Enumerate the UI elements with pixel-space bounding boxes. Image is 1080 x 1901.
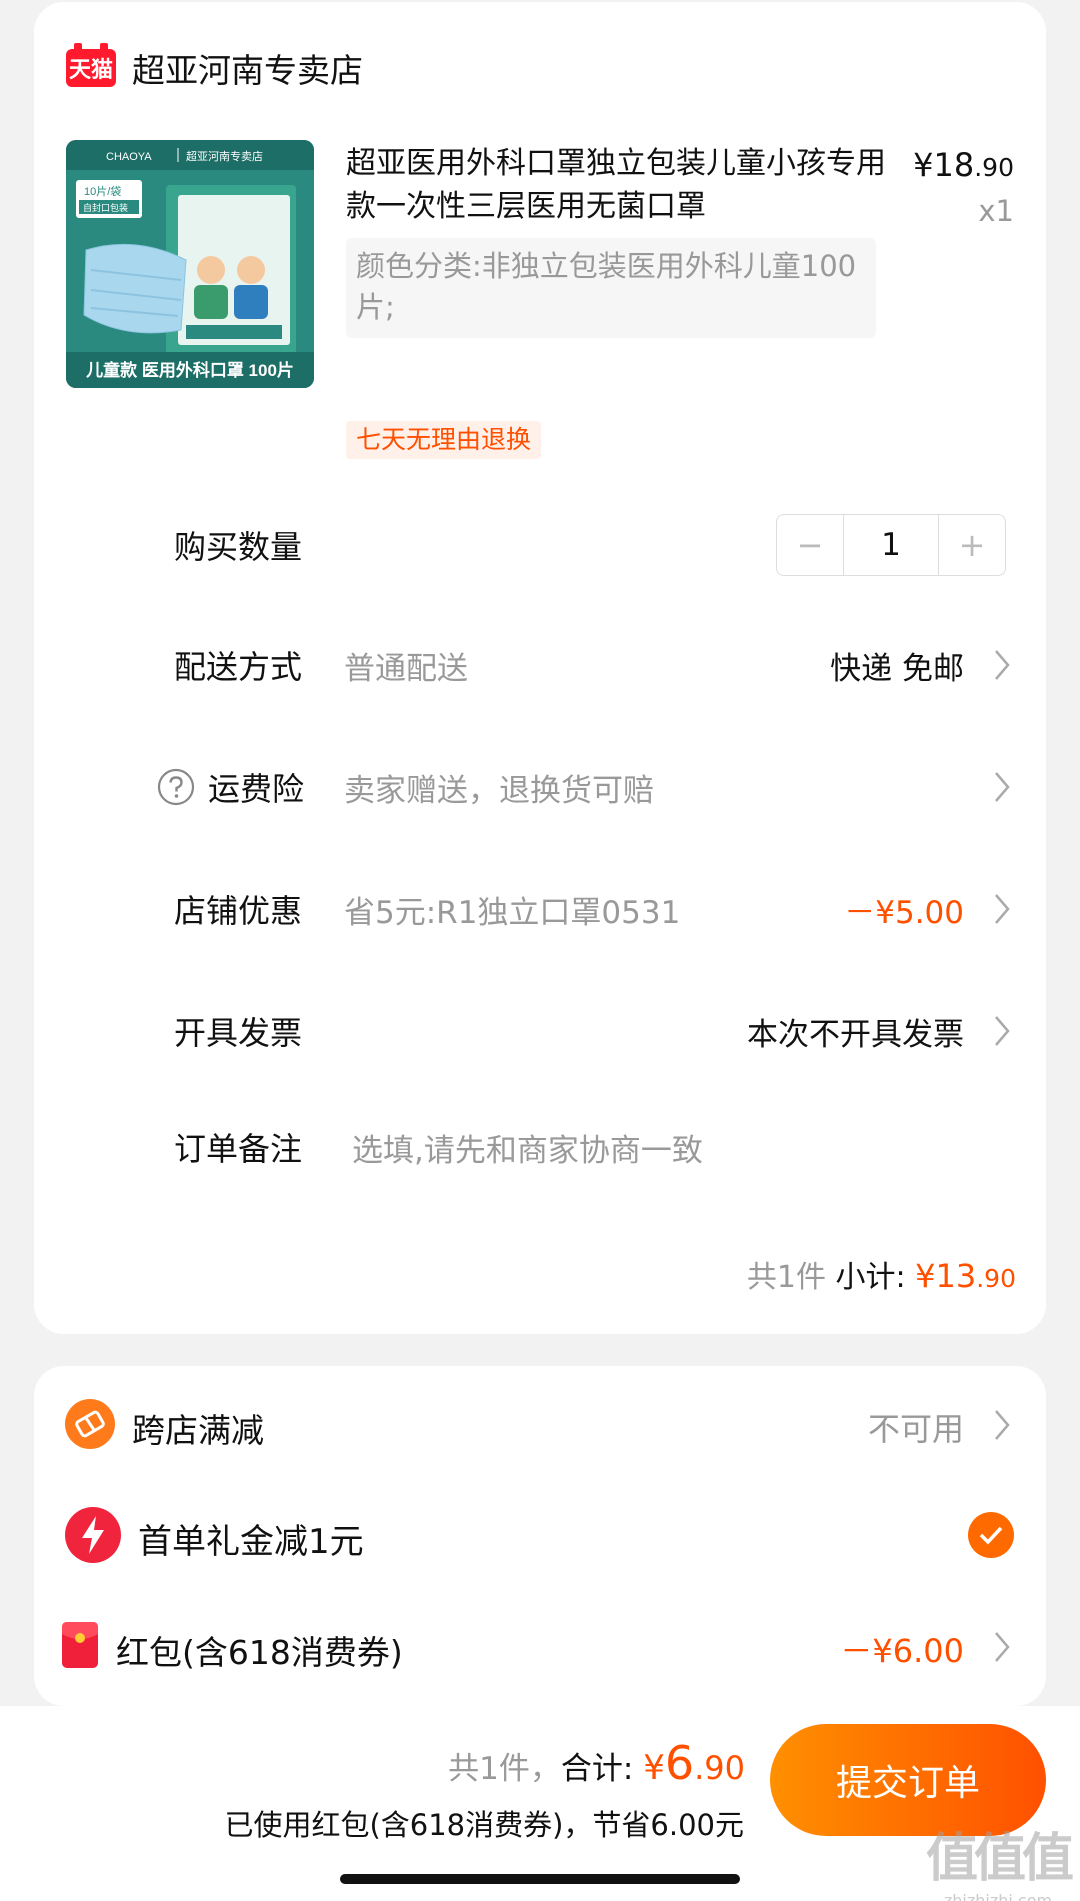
invoice-option: 本次不开具发票 <box>747 1016 964 1053</box>
insurance-label: 运费险 <box>208 770 305 808</box>
decrease-button[interactable]: − <box>777 515 843 575</box>
first-order-label: 首单礼金减1元 <box>138 1522 364 1562</box>
checkmark-icon[interactable] <box>968 1512 1014 1558</box>
discount-label: 店铺优惠 <box>174 892 303 930</box>
sku-spec: 颜色分类:非独立包装医用外科儿童100片; <box>346 238 876 338</box>
store-name[interactable]: 超亚河南专卖店 <box>132 44 363 92</box>
invoice-label: 开具发票 <box>174 1014 303 1052</box>
store-discount-row[interactable]: 店铺优惠 省5元:R1独立口罩0531 －¥5.00 <box>34 874 1046 944</box>
product-title[interactable]: 超亚医用外科口罩独立包装儿童小孩专用款一次性三层医用无菌口罩 <box>346 142 906 228</box>
chevron-right-icon <box>995 650 1010 680</box>
savings-note: 已使用红包(含618消费券)，节省6.00元 <box>224 1808 744 1842</box>
lightning-icon <box>65 1507 121 1563</box>
discount-coupon: 省5元:R1独立口罩0531 <box>344 894 681 931</box>
shipping-insurance-row[interactable]: 运费险 卖家赠送，退换货可赔 <box>34 752 1046 822</box>
invoice-row[interactable]: 开具发票 本次不开具发票 <box>34 996 1046 1066</box>
help-icon[interactable] <box>157 768 195 806</box>
store-header[interactable]: 天猫 超亚河南专卖店 <box>66 43 363 92</box>
quantity-stepper[interactable]: − 1 + <box>776 514 1006 576</box>
checkout-bar: 共1件，合计: ¥6.90 已使用红包(含618消费券)，节省6.00元 提交订… <box>0 1706 1080 1901</box>
cross-store-status: 不可用 <box>867 1410 964 1448</box>
promotions-card: 跨店满减 不可用 首单礼金减1元 红包(含618消费券) －¥6.00 <box>34 1366 1046 1706</box>
chevron-right-icon <box>995 1632 1010 1662</box>
quantity-input[interactable]: 1 <box>843 515 939 575</box>
red-packet-row[interactable]: 红包(含618消费券) －¥6.00 <box>34 1606 1046 1686</box>
site-watermark: 值值值 zhizhizhi.com <box>925 1829 1074 1901</box>
red-packet-label: 红包(含618消费券) <box>116 1633 403 1672</box>
first-order-gift-row[interactable]: 首单礼金减1元 <box>34 1494 1046 1574</box>
return-policy-badge: 七天无理由退换 <box>346 421 542 459</box>
svg-text:超亚河南专卖店: 超亚河南专卖店 <box>186 149 263 163</box>
red-packet-icon <box>62 1622 98 1668</box>
order-total: 共1件，合计: ¥6.90 <box>448 1736 745 1790</box>
chevron-right-icon <box>995 1410 1010 1440</box>
chevron-right-icon <box>995 772 1010 802</box>
svg-text:10片/袋: 10片/袋 <box>84 184 121 198</box>
quantity-label: 购买数量 <box>174 528 303 566</box>
insurance-value: 卖家赠送，退换货可赔 <box>344 772 654 809</box>
store-order-card: 天猫 超亚河南专卖店 CHAOYA 超亚河南专卖店 10片/袋 自封口包装 儿童… <box>34 2 1046 1334</box>
tmall-logo: 天猫 <box>66 43 116 87</box>
delivery-method: 普通配送 <box>344 650 468 687</box>
order-note-row: 订单备注 选填,请先和商家协商一致 <box>34 1112 1046 1182</box>
discount-amount: －¥5.00 <box>844 894 964 931</box>
svg-text:儿童款 医用外科口罩 100片: 儿童款 医用外科口罩 100片 <box>85 360 294 380</box>
coupon-icon <box>65 1399 115 1449</box>
order-note-input[interactable]: 选填,请先和商家协商一致 <box>352 1125 703 1170</box>
product-image[interactable]: CHAOYA 超亚河南专卖店 10片/袋 自封口包装 儿童款 医用外科口罩 10… <box>66 140 314 388</box>
delivery-option: 快递 免邮 <box>830 650 964 687</box>
delivery-row[interactable]: 配送方式 普通配送 快递 免邮 <box>34 630 1046 700</box>
order-subtotal: 共1件 小计: ¥13.90 <box>746 1257 1016 1295</box>
svg-text:CHAOYA: CHAOYA <box>106 151 152 163</box>
product-price: ¥18.90 <box>913 146 1014 184</box>
delivery-label: 配送方式 <box>174 648 303 686</box>
home-indicator[interactable] <box>340 1874 740 1884</box>
cross-store-discount-row[interactable]: 跨店满减 不可用 <box>34 1384 1046 1464</box>
chevron-right-icon <box>995 894 1010 924</box>
cross-store-label: 跨店满减 <box>132 1411 264 1450</box>
red-packet-amount: －¥6.00 <box>840 1632 964 1670</box>
product-quantity-label: x1 <box>978 194 1014 228</box>
chevron-right-icon <box>995 1016 1010 1046</box>
svg-text:自封口包装: 自封口包装 <box>83 202 128 213</box>
increase-button[interactable]: + <box>939 515 1005 575</box>
note-label: 订单备注 <box>174 1130 303 1168</box>
